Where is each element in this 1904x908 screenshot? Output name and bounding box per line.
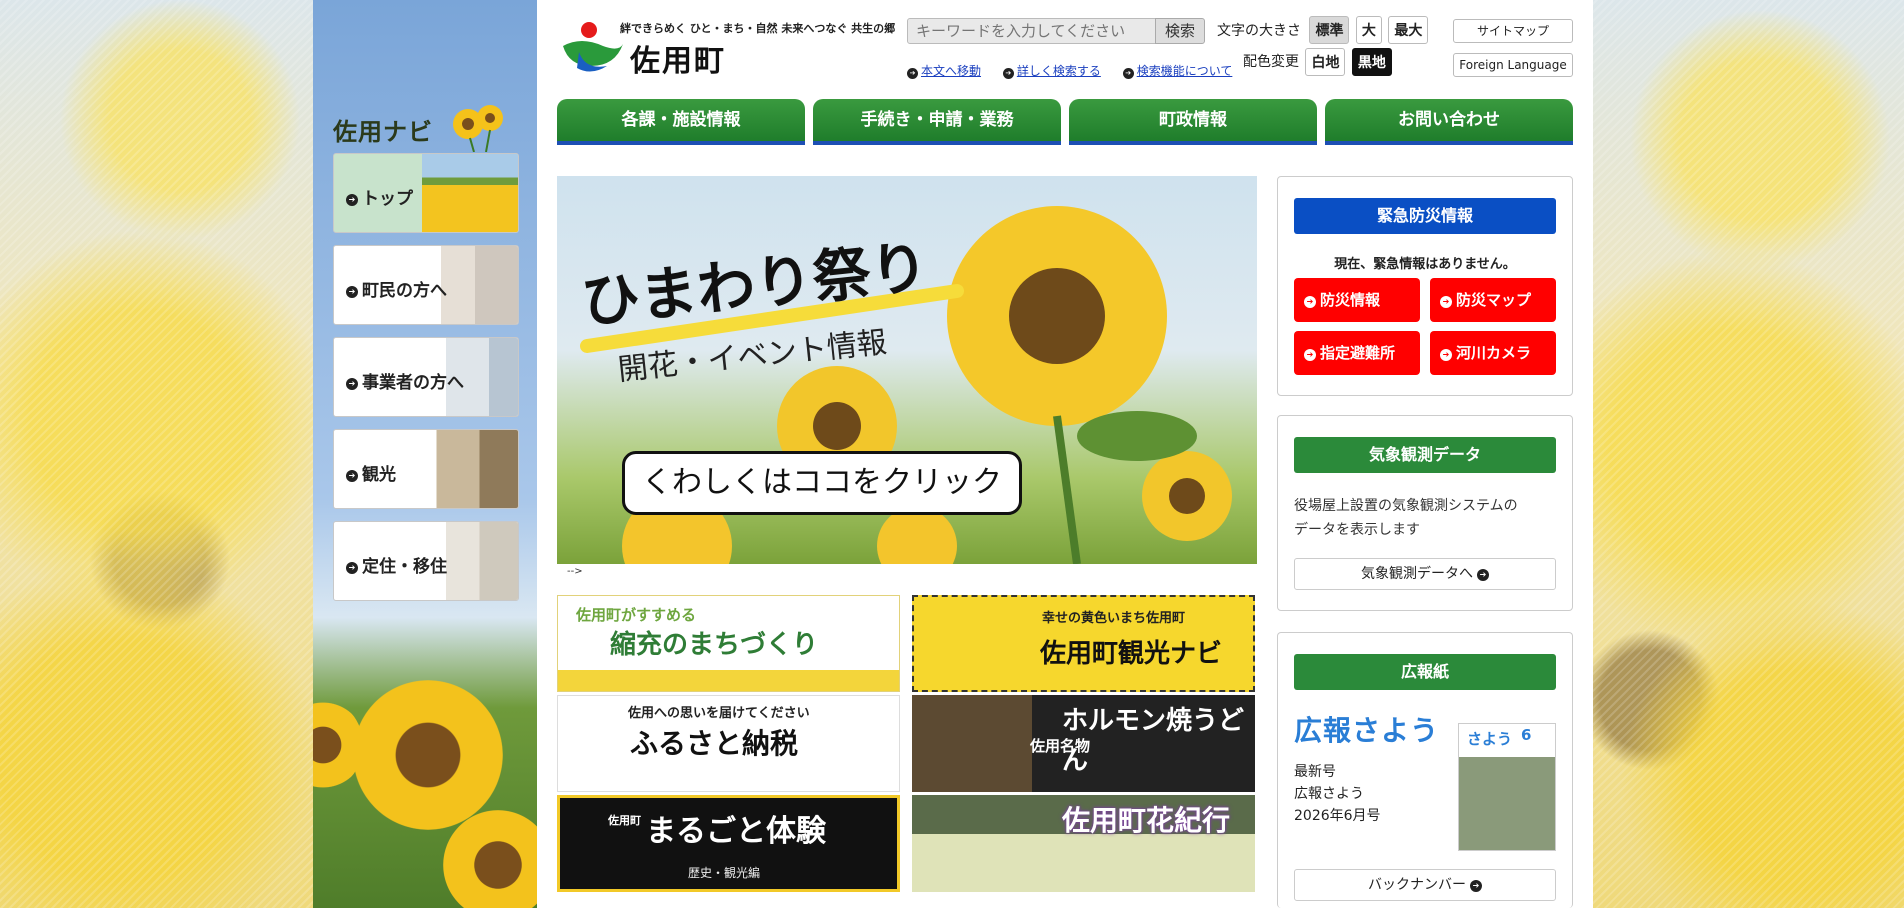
emergency-info-title: 緊急防災情報	[1294, 198, 1556, 234]
koho-title: 広報紙	[1294, 654, 1556, 690]
site-tagline: 絆できらめく ひと・まち・自然 未来へつなぐ 共生の郷	[620, 22, 896, 35]
global-nav-contact[interactable]: お問い合わせ	[1325, 99, 1573, 145]
sunflower-decoration	[353, 680, 503, 830]
font-size-label: 文字の大きさ	[1217, 23, 1301, 39]
search-sublinks: 本文へ移動 詳しく検索する 検索機能について	[907, 62, 1250, 79]
tile-title: 縮充のまちづくり	[610, 630, 819, 660]
river-camera-button[interactable]: 河川カメラ	[1430, 331, 1556, 375]
white-background-button[interactable]: 白地	[1305, 48, 1346, 76]
tile-title: 佐用町花紀行	[1062, 804, 1231, 837]
tile-hana-kiko[interactable]: 佐用町花紀行	[912, 795, 1255, 892]
tile-horumon-udon[interactable]: 佐用名物 ホルモン焼うどん	[912, 695, 1255, 792]
side-nav-item-top[interactable]: トップ	[333, 153, 519, 233]
emergency-info-panel: 緊急防災情報 現在、緊急情報はありません。 防災情報 防災マップ 指定避難所 河…	[1277, 176, 1573, 396]
koho-panel: 広報紙 広報さよう 最新号 広報さよう 2026年6月号 さよう 6 バックナン…	[1277, 632, 1573, 908]
font-size-large-button[interactable]: 大	[1355, 16, 1382, 44]
search-help-link[interactable]: 検索機能について	[1123, 64, 1233, 78]
side-nav-label: トップ	[346, 184, 413, 209]
black-background-button[interactable]: 黒地	[1351, 48, 1392, 76]
side-nav-item-relocation[interactable]: 定住・移住	[333, 521, 519, 601]
tile-title: 佐用町観光ナビ	[1040, 639, 1223, 669]
koho-cover-number: 6	[1521, 726, 1532, 744]
font-size-standard-button[interactable]: 標準	[1309, 16, 1350, 44]
disaster-map-button[interactable]: 防災マップ	[1430, 278, 1556, 322]
weather-data-panel: 気象観測データ 役場屋上設置の気象観測システムの データを表示します 気象観測デ…	[1277, 415, 1573, 611]
koho-logo: 広報さよう	[1294, 714, 1440, 747]
sitemap-button[interactable]: サイトマップ	[1453, 19, 1573, 43]
search-button[interactable]: 検索	[1155, 18, 1205, 44]
weather-desc-line: データを表示します	[1294, 522, 1420, 538]
side-nav-item-residents[interactable]: 町民の方へ	[333, 245, 519, 325]
weather-data-link[interactable]: 気象観測データへ	[1294, 558, 1556, 590]
side-nav-title: 佐用ナビ	[333, 118, 433, 146]
side-nav-item-business[interactable]: 事業者の方へ	[333, 337, 519, 417]
font-size-max-button[interactable]: 最大	[1388, 16, 1429, 44]
stray-comment-text: -->	[567, 566, 583, 577]
global-nav-departments[interactable]: 各課・施設情報	[557, 99, 805, 145]
hero-banner[interactable]: ひまわり祭り 開花・イベント情報 くわしくはココをクリック	[557, 176, 1257, 564]
global-nav-procedures[interactable]: 手続き・申請・業務	[813, 99, 1061, 145]
koho-latest-label: 最新号	[1294, 764, 1336, 780]
evacuation-site-button[interactable]: 指定避難所	[1294, 331, 1420, 375]
tile-title: ホルモン焼うどん	[1062, 706, 1245, 776]
sunflower-decoration	[443, 810, 537, 908]
side-nav-label: 観光	[346, 460, 396, 485]
banner-cta-button[interactable]: くわしくはココをクリック	[622, 451, 1022, 515]
side-nav-item-tourism[interactable]: 観光	[333, 429, 519, 509]
koho-cover-thumbnail[interactable]: さよう 6	[1458, 723, 1556, 851]
weather-data-title: 気象観測データ	[1294, 437, 1556, 473]
search-form: 検索	[907, 18, 1207, 44]
weather-desc-line: 役場屋上設置の気象観測システムの	[1294, 498, 1518, 514]
side-nav-column: 佐用ナビ トップ 町民の方へ 事業者の方へ 観光 定住・移住	[313, 0, 537, 908]
tile-marugoto-taiken[interactable]: 佐用町 まるごと体験 歴史・観光編	[557, 795, 900, 892]
search-input[interactable]	[907, 18, 1157, 44]
emergency-message: 現在、緊急情報はありません。	[1334, 257, 1516, 272]
color-scheme-label: 配色変更	[1243, 54, 1299, 70]
tile-tourism-navi[interactable]: 幸せの黄色いまち佐用町 佐用町観光ナビ	[912, 595, 1255, 692]
site-logo[interactable]: 絆できらめく ひと・まち・自然 未来へつなぐ 共生の郷 佐用町	[557, 18, 897, 79]
weather-description: 役場屋上設置の気象観測システムの データを表示します	[1294, 494, 1518, 542]
sunflower-icon	[453, 105, 503, 152]
tile-title: まるごと体験	[646, 814, 826, 849]
tile-furusato-nozei[interactable]: 佐用への思いを届けてください ふるさと納税	[557, 695, 900, 792]
tile-small-text: 佐用町がすすめる	[576, 606, 697, 624]
global-nav: 各課・施設情報 手続き・申請・業務 町政情報 お問い合わせ	[557, 99, 1573, 145]
side-nav-thumbnail	[422, 430, 518, 508]
tile-small-text: 佐用への思いを届けてください	[628, 706, 810, 721]
side-nav-label: 事業者の方へ	[346, 368, 464, 393]
koho-cover-title: さよう	[1467, 730, 1513, 748]
foreign-language-button[interactable]: Foreign Language	[1453, 53, 1573, 77]
skip-to-content-link[interactable]: 本文へ移動	[907, 64, 981, 78]
advanced-search-link[interactable]: 詳しく検索する	[1003, 64, 1101, 78]
koho-name: 広報さよう	[1294, 786, 1364, 802]
side-nav-label: 町民の方へ	[346, 276, 447, 301]
town-emblem-icon	[563, 22, 623, 72]
site-name: 佐用町	[630, 44, 726, 79]
side-nav-label: 定住・移住	[346, 552, 447, 577]
side-nav-thumbnail	[422, 154, 518, 232]
tile-shukuju-machizukuri[interactable]: 佐用町がすすめる 縮充のまちづくり	[557, 595, 900, 692]
koho-latest-info: 最新号 広報さよう 2026年6月号	[1294, 761, 1381, 827]
disaster-info-button[interactable]: 防災情報	[1294, 278, 1420, 322]
tile-small-text: 幸せの黄色いまち佐用町	[1042, 611, 1186, 626]
tile-small-text: 佐用町	[608, 814, 641, 827]
koho-issue: 2026年6月号	[1294, 808, 1381, 824]
color-scheme-control: 配色変更 白地 黒地	[1243, 48, 1392, 76]
tile-subtext: 歴史・観光編	[688, 866, 761, 880]
tile-title: ふるさと納税	[630, 727, 799, 760]
font-size-control: 文字の大きさ 標準 大 最大	[1217, 16, 1429, 44]
main-content: 絆できらめく ひと・まち・自然 未来へつなぐ 共生の郷 佐用町 検索 本文へ移動…	[537, 0, 1593, 908]
back-numbers-link[interactable]: バックナンバー	[1294, 869, 1556, 901]
global-nav-town-govt[interactable]: 町政情報	[1069, 99, 1317, 145]
